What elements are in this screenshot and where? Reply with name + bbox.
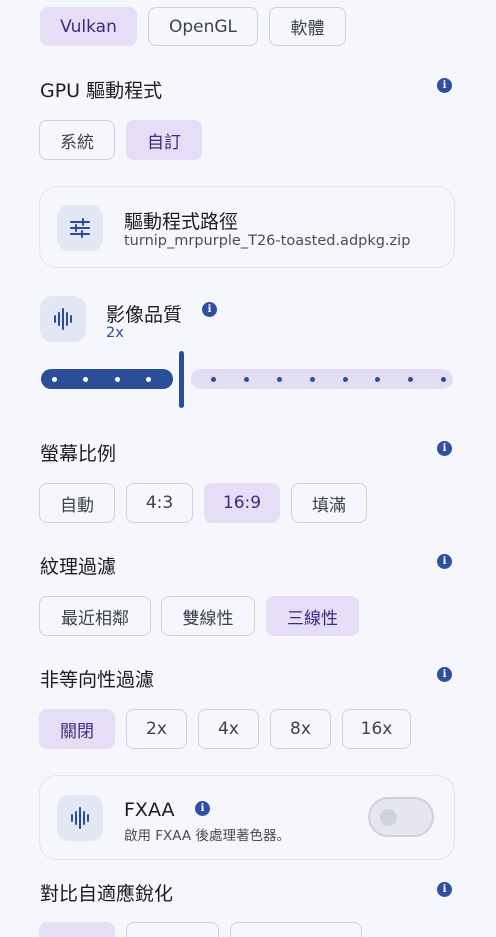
driver-path-title: 驅動程式路徑 (124, 211, 239, 233)
slider-tick (115, 377, 120, 382)
info-icon[interactable]: i (437, 667, 452, 682)
aniso-option-8x[interactable]: 8x (270, 709, 331, 749)
slider-tick (441, 377, 446, 382)
slider-tick (83, 377, 88, 382)
slider-tick (146, 377, 151, 382)
driver-option-custom[interactable]: 自訂 (126, 120, 202, 160)
gpu-driver-title: GPU 驅動程式 (40, 80, 163, 102)
slider-tick (310, 377, 315, 382)
slider-tick (52, 377, 57, 382)
image-quality-value: 2x (106, 325, 124, 341)
aniso-option-2x[interactable]: 2x (126, 709, 187, 749)
aspect-option-4-3[interactable]: 4:3 (126, 483, 193, 523)
anisotropic-filter-title: 非等向性過濾 (40, 669, 155, 691)
adaptive-sharpen-option[interactable] (230, 922, 362, 937)
image-quality-title: 影像品質 (106, 304, 183, 326)
slider-tick (244, 377, 249, 382)
info-icon[interactable]: i (202, 302, 217, 317)
driver-path-card[interactable]: 驅動程式路徑 turnip_mrpurple_T26-toasted.adpkg… (39, 186, 455, 268)
aspect-option-auto[interactable]: 自動 (39, 483, 115, 523)
slider-inactive-track[interactable] (191, 369, 453, 389)
driver-path-value: turnip_mrpurple_T26-toasted.adpkg.zip (124, 233, 411, 249)
slider-tick (211, 377, 216, 382)
texture-option-nearest[interactable]: 最近相鄰 (39, 596, 151, 636)
slider-active-track[interactable] (41, 369, 173, 389)
info-icon[interactable]: i (437, 441, 452, 456)
tab-software[interactable]: 軟體 (269, 7, 346, 46)
adaptive-sharpen-option[interactable] (126, 922, 219, 937)
toggle-knob (380, 809, 397, 826)
fxaa-title: FXAA (124, 799, 175, 821)
texture-option-bilinear[interactable]: 雙線性 (161, 596, 255, 636)
adaptive-sharpen-option[interactable] (39, 922, 115, 937)
aniso-option-4x[interactable]: 4x (198, 709, 259, 749)
slider-tick (408, 377, 413, 382)
tab-vulkan[interactable]: Vulkan (40, 7, 137, 46)
waveform-icon (40, 296, 86, 342)
texture-filter-title: 紋理過濾 (40, 556, 117, 578)
fxaa-description: 啟用 FXAA 後處理著色器。 (124, 828, 290, 844)
info-icon[interactable]: i (195, 801, 210, 816)
slider-tick (277, 377, 282, 382)
driver-option-system[interactable]: 系統 (39, 120, 115, 160)
slider-tick (375, 377, 380, 382)
aspect-option-16-9[interactable]: 16:9 (204, 483, 280, 523)
texture-option-trilinear[interactable]: 三線性 (266, 596, 359, 636)
sliders-icon (57, 205, 103, 251)
tab-opengl[interactable]: OpenGL (148, 7, 258, 46)
aspect-ratio-title: 螢幕比例 (40, 443, 117, 465)
aspect-option-fill[interactable]: 填滿 (291, 483, 367, 523)
info-icon[interactable]: i (437, 882, 452, 897)
slider-thumb[interactable] (179, 351, 184, 408)
slider-tick (343, 377, 348, 382)
aniso-option-off[interactable]: 關閉 (39, 709, 115, 749)
adaptive-sharpen-title: 對比自適應銳化 (40, 883, 174, 905)
info-icon[interactable]: i (437, 78, 452, 93)
info-icon[interactable]: i (437, 554, 452, 569)
fxaa-toggle[interactable] (368, 797, 434, 837)
waveform-icon (57, 795, 103, 841)
aniso-option-16x[interactable]: 16x (342, 709, 411, 749)
